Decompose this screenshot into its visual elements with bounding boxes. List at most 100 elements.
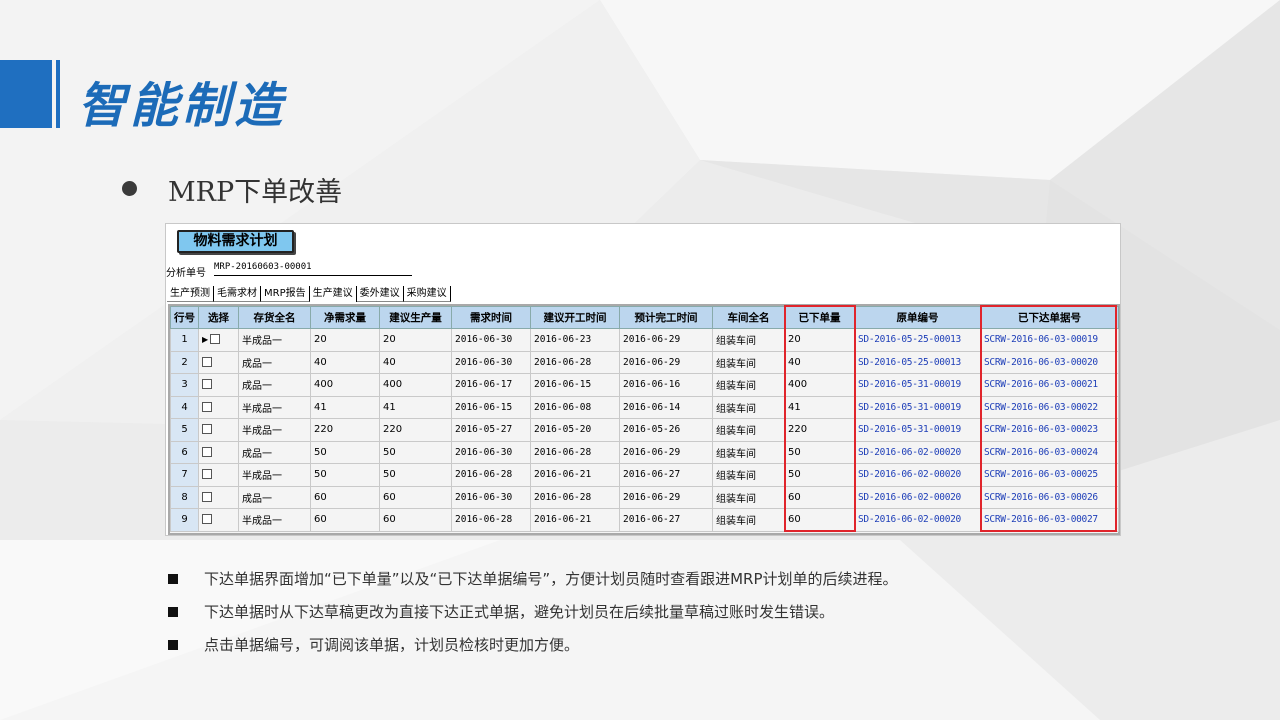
col-row-number-header[interactable]: 行号 bbox=[170, 306, 199, 329]
issued-doc-link[interactable]: SCRW-2016-06-03-00025 bbox=[980, 463, 1119, 487]
expected-finish-cell: 2016-06-29 bbox=[619, 440, 713, 464]
select-checkbox[interactable] bbox=[198, 485, 239, 509]
checkbox[interactable] bbox=[202, 401, 212, 412]
checkbox[interactable] bbox=[202, 356, 212, 367]
note-text: 下达单据时从下达草稿更改为直接下达正式单据，避免计划员在后续批量草稿过账时发生错… bbox=[204, 603, 835, 621]
expected-finish-cell: 2016-06-16 bbox=[619, 373, 713, 397]
expected-finish-cell: 2016-05-26 bbox=[619, 418, 713, 442]
table-row[interactable]: 6 成品一 50 50 2016-06-30 2016-06-28 2016-06-29 组装… bbox=[170, 440, 1119, 464]
table-body: 1 ▶ 半成品一 20 20 2016-06-30 2016-06-23 2016-06-29… bbox=[170, 328, 1119, 532]
col-suggested-start-header[interactable]: 建议开工时间 bbox=[530, 306, 620, 329]
issued-doc-link[interactable]: SCRW-2016-06-03-00019 bbox=[980, 328, 1119, 352]
demand-date-cell: 2016-06-30 bbox=[451, 485, 531, 509]
notes-list: 下达单据界面增加“已下单量”以及“已下达单据编号”，方便计划员随时查看跟进MRP… bbox=[168, 562, 898, 661]
select-checkbox[interactable] bbox=[198, 440, 239, 464]
ordered-qty-cell: 40 bbox=[784, 350, 855, 374]
issued-doc-link[interactable]: SCRW-2016-06-03-00023 bbox=[980, 418, 1119, 442]
checkbox[interactable] bbox=[202, 491, 212, 502]
col-workshop-header[interactable]: 车间全名 bbox=[712, 306, 785, 329]
tab-production-forecast[interactable]: 生产预测 bbox=[167, 286, 214, 302]
issued-doc-link[interactable]: SCRW-2016-06-03-00022 bbox=[980, 395, 1119, 419]
select-checkbox[interactable] bbox=[198, 463, 239, 487]
origin-doc-link[interactable]: SD-2016-06-02-00020 bbox=[854, 463, 981, 487]
tab-mrp-report[interactable]: MRP报告 bbox=[261, 286, 310, 302]
col-net-demand-header[interactable]: 净需求量 bbox=[310, 306, 380, 329]
origin-doc-link[interactable]: SD-2016-05-25-00013 bbox=[854, 350, 981, 374]
item-name-cell: 成品一 bbox=[238, 373, 311, 397]
origin-doc-link[interactable]: SD-2016-06-02-00020 bbox=[854, 440, 981, 464]
checkbox[interactable] bbox=[210, 334, 221, 345]
row-number: 2 bbox=[170, 350, 199, 374]
suggested-qty-cell: 60 bbox=[379, 508, 452, 532]
demand-date-cell: 2016-06-15 bbox=[451, 395, 531, 419]
issued-doc-link[interactable]: SCRW-2016-06-03-00021 bbox=[980, 373, 1119, 397]
row-number: 8 bbox=[170, 485, 199, 509]
expected-finish-cell: 2016-06-14 bbox=[619, 395, 713, 419]
issued-doc-link[interactable]: SCRW-2016-06-03-00026 bbox=[980, 485, 1119, 509]
checkbox[interactable] bbox=[202, 446, 212, 457]
col-origin-doc-header[interactable]: 原单编号 bbox=[854, 306, 981, 329]
select-checkbox[interactable] bbox=[198, 508, 239, 532]
table-row[interactable]: 9 半成品一 60 60 2016-06-28 2016-06-21 2016-06-27 组… bbox=[170, 508, 1119, 532]
tab-production-suggestion[interactable]: 生产建议 bbox=[309, 286, 357, 302]
tab-gross-requirement[interactable]: 毛需求材 bbox=[214, 286, 261, 302]
col-demand-date-header[interactable]: 需求时间 bbox=[451, 306, 531, 329]
analysis-number-field[interactable]: MRP-20160603-00001 bbox=[214, 262, 412, 276]
issued-doc-link[interactable]: SCRW-2016-06-03-00027 bbox=[980, 508, 1119, 532]
row-number: 5 bbox=[170, 418, 199, 442]
select-checkbox[interactable] bbox=[198, 395, 239, 419]
workshop-cell: 组装车间 bbox=[712, 350, 785, 374]
select-checkbox[interactable]: ▶ bbox=[198, 328, 239, 352]
issued-doc-link[interactable]: SCRW-2016-06-03-00020 bbox=[980, 350, 1119, 374]
select-checkbox[interactable] bbox=[198, 373, 239, 397]
table-row[interactable]: 3 成品一 400 400 2016-06-17 2016-06-15 2016-06-16… bbox=[170, 373, 1119, 397]
net-demand-cell: 60 bbox=[310, 485, 380, 509]
expected-finish-cell: 2016-06-29 bbox=[619, 328, 713, 352]
workshop-cell: 组装车间 bbox=[712, 463, 785, 487]
item-name-cell: 半成品一 bbox=[238, 508, 311, 532]
origin-doc-link[interactable]: SD-2016-05-31-00019 bbox=[854, 418, 981, 442]
checkbox[interactable] bbox=[202, 514, 212, 525]
checkbox[interactable] bbox=[202, 469, 212, 480]
tab-purchase-suggestion[interactable]: 采购建议 bbox=[403, 286, 451, 302]
tab-outsourcing-suggestion[interactable]: 委外建议 bbox=[356, 286, 404, 302]
demand-date-cell: 2016-05-27 bbox=[451, 418, 531, 442]
suggested-qty-cell: 50 bbox=[379, 463, 452, 487]
select-checkbox[interactable] bbox=[198, 350, 239, 374]
checkbox[interactable] bbox=[202, 424, 212, 435]
col-expected-finish-header[interactable]: 预计完工时间 bbox=[619, 306, 713, 329]
title-accent-line bbox=[56, 60, 60, 128]
demand-date-cell: 2016-06-30 bbox=[451, 328, 531, 352]
production-suggestion-table: 行号 选择 存货全名 净需求量 建议生产量 需求时间 建议开工时间 预计完工时间 车间全名 已下单… bbox=[170, 306, 1119, 532]
demand-date-cell: 2016-06-30 bbox=[451, 350, 531, 374]
form-title: 物料需求计划 bbox=[177, 230, 294, 253]
col-suggested-qty-header[interactable]: 建议生产量 bbox=[379, 306, 452, 329]
table-row[interactable]: 4 半成品一 41 41 2016-06-15 2016-06-08 2016-06-14 组… bbox=[170, 395, 1119, 419]
table-row[interactable]: 8 成品一 60 60 2016-06-30 2016-06-28 2016-06-29 组装… bbox=[170, 485, 1119, 509]
origin-doc-link[interactable]: SD-2016-05-31-00019 bbox=[854, 395, 981, 419]
suggested-qty-cell: 400 bbox=[379, 373, 452, 397]
suggested-qty-cell: 220 bbox=[379, 418, 452, 442]
col-ordered-qty-header[interactable]: 已下单量 bbox=[784, 306, 855, 329]
select-checkbox[interactable] bbox=[198, 418, 239, 442]
table-row[interactable]: 2 成品一 40 40 2016-06-30 2016-06-28 2016-06-29 组装… bbox=[170, 350, 1119, 374]
origin-doc-link[interactable]: SD-2016-06-02-00020 bbox=[854, 485, 981, 509]
checkbox[interactable] bbox=[202, 379, 212, 390]
item-name-cell: 成品一 bbox=[238, 350, 311, 374]
table-row[interactable]: 7 半成品一 50 50 2016-06-28 2016-06-21 2016-06-27 组… bbox=[170, 463, 1119, 487]
origin-doc-link[interactable]: SD-2016-06-02-00020 bbox=[854, 508, 981, 532]
item-name-cell: 半成品一 bbox=[238, 395, 311, 419]
expected-finish-cell: 2016-06-29 bbox=[619, 485, 713, 509]
col-select-header[interactable]: 选择 bbox=[198, 306, 239, 329]
suggested-qty-cell: 60 bbox=[379, 485, 452, 509]
page-title: 智能制造 bbox=[78, 78, 287, 134]
net-demand-cell: 20 bbox=[310, 328, 380, 352]
col-issued-doc-header[interactable]: 已下达单据号 bbox=[980, 306, 1119, 329]
mrp-screenshot-panel: 物料需求计划 分析单号 MRP-20160603-00001 生产预测 毛需求材… bbox=[165, 223, 1121, 536]
col-item-name-header[interactable]: 存货全名 bbox=[238, 306, 311, 329]
origin-doc-link[interactable]: SD-2016-05-25-00013 bbox=[854, 328, 981, 352]
issued-doc-link[interactable]: SCRW-2016-06-03-00024 bbox=[980, 440, 1119, 464]
origin-doc-link[interactable]: SD-2016-05-31-00019 bbox=[854, 373, 981, 397]
table-row[interactable]: 5 半成品一 220 220 2016-05-27 2016-05-20 2016-05-2… bbox=[170, 418, 1119, 442]
table-row[interactable]: 1 ▶ 半成品一 20 20 2016-06-30 2016-06-23 2016-06-29… bbox=[170, 328, 1119, 352]
